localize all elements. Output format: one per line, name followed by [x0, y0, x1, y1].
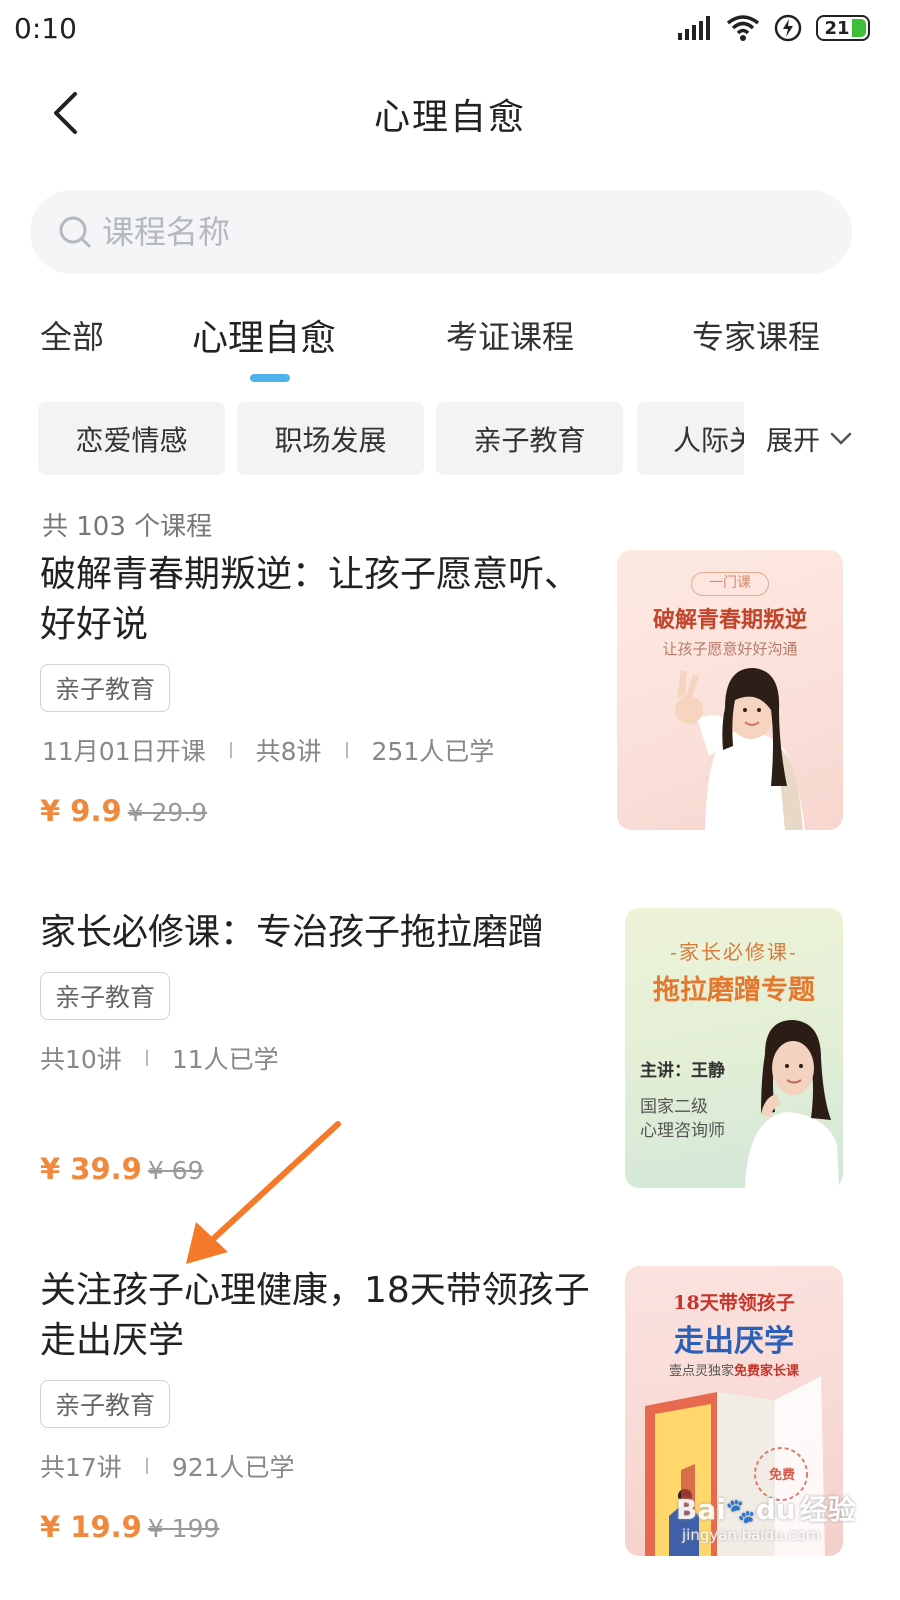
search-input[interactable]: [102, 213, 702, 251]
course-lessons: 共17讲: [40, 1453, 122, 1482]
nav-bar: 心理自愈: [0, 70, 900, 154]
girl-illustration: [675, 668, 805, 830]
course-learners: 921人已学: [171, 1453, 295, 1482]
price-row: ¥ 19.9 ¥ 199: [40, 1510, 219, 1544]
course-meta: 共10讲 11人已学: [40, 1040, 279, 1076]
chip-career[interactable]: 职场发展: [237, 402, 424, 475]
chip-interpersonal[interactable]: 人际关: [637, 402, 744, 475]
chip-parenting[interactable]: 亲子教育: [436, 402, 623, 475]
course-start-date: 11月01日开课: [42, 737, 206, 766]
course-card[interactable]: 家长必修课：专治孩子拖拉磨蹭 亲子教育 共10讲 11人已学 ¥ 39.9 ¥ …: [0, 906, 900, 1196]
course-original-price: ¥ 199: [147, 1514, 220, 1543]
course-title: 关注孩子心理健康，18天带领孩子走出厌学: [40, 1270, 590, 1361]
expand-label: 展开: [766, 426, 820, 457]
course-price: ¥ 9.9: [40, 794, 122, 828]
tab-certification-courses[interactable]: 考证课程: [446, 312, 574, 358]
price-row: ¥ 9.9 ¥ 29.9: [40, 794, 207, 828]
page-title: 心理自愈: [373, 97, 526, 138]
course-title: 破解青春期叛逆：让孩子愿意听、好好说: [40, 554, 581, 645]
price-row: ¥ 39.9 ¥ 69: [40, 1152, 204, 1186]
charging-icon: [774, 14, 802, 42]
watermark-logo: Bai: [676, 1493, 726, 1526]
course-original-price: ¥ 69: [147, 1156, 204, 1185]
watermark-url: jingyan.baidu.com: [682, 1526, 821, 1544]
chip-romance[interactable]: 恋爱情感: [38, 402, 225, 475]
tab-bar: 全部 心理自愈 考证课程 专家课程: [0, 312, 900, 392]
watermark-logo-2: du: [755, 1493, 796, 1526]
course-tag: 亲子教育: [40, 972, 171, 1020]
tab-expert-courses[interactable]: 专家课程: [692, 312, 820, 358]
category-chips: 恋爱情感 职场发展 亲子教育 人际关: [38, 402, 744, 476]
paw-icon: 🐾: [725, 1497, 756, 1525]
active-tab-indicator: [250, 374, 290, 382]
battery-icon: 21: [816, 15, 870, 41]
course-price: ¥ 19.9: [40, 1510, 142, 1544]
course-cover-image: 一门课 破解青春期叛逆 让孩子愿意好好沟通: [617, 550, 843, 830]
tab-psychological-healing[interactable]: 心理自愈: [192, 309, 336, 361]
course-count: 共 103 个课程: [42, 512, 213, 542]
watermark: Bai🐾du 经验 jingyan.baidu.com: [676, 1486, 866, 1548]
course-learners: 251人已学: [371, 737, 495, 766]
course-price: ¥ 39.9: [40, 1152, 142, 1186]
course-meta: 共17讲 921人已学: [40, 1448, 295, 1484]
course-card[interactable]: 破解青春期叛逆：让孩子愿意听、好好说 亲子教育 11月01日开课 共8讲 251…: [0, 548, 900, 838]
cover-stamp: 免费: [768, 1468, 795, 1483]
teacher-illustration: [745, 1020, 839, 1188]
course-tag: 亲子教育: [40, 664, 171, 712]
course-cover-image: -家长必修课- 拖拉磨蹭专题 主讲：王静 国家二级 心理咨询师: [625, 908, 843, 1188]
status-bar: 0:10 21: [0, 0, 900, 62]
battery-level: 21: [824, 17, 850, 39]
expand-button[interactable]: 展开: [744, 402, 884, 475]
course-tag: 亲子教育: [40, 1380, 171, 1428]
course-lessons: 共10讲: [40, 1045, 122, 1074]
course-meta: 11月01日开课 共8讲 251人已学: [42, 732, 494, 768]
status-icons: 21: [678, 14, 870, 42]
course-lessons: 共8讲: [255, 737, 322, 766]
status-time: 0:10: [14, 12, 77, 45]
search-bar[interactable]: [30, 190, 852, 274]
signal-icon: [678, 16, 710, 40]
chevron-down-icon: [830, 432, 852, 445]
course-learners: 11人已学: [171, 1045, 279, 1074]
search-icon: [59, 216, 91, 248]
course-original-price: ¥ 29.9: [127, 798, 208, 827]
wifi-icon: [726, 15, 760, 41]
watermark-text: 经验: [799, 1493, 856, 1526]
course-title: 家长必修课：专治孩子拖拉磨蹭: [40, 912, 545, 953]
tab-all[interactable]: 全部: [40, 312, 104, 358]
